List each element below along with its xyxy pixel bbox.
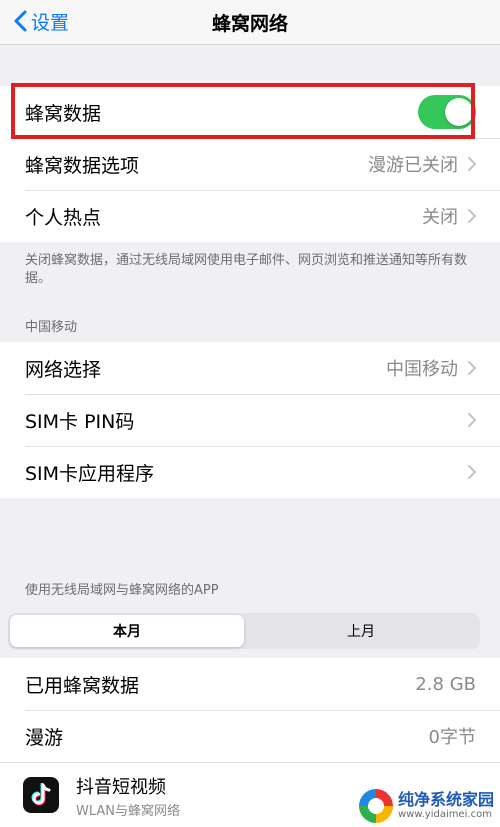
roaming-label: 漫游 [25, 726, 64, 749]
apps-section-header: 使用无线局域网与蜂窝网络的APP [25, 583, 219, 598]
network-selection-label: 网络选择 [25, 358, 102, 381]
watermark-title: 纯净系统家园 [397, 790, 494, 809]
used-cellular-data-value: 2.8 GB [415, 673, 476, 695]
cellular-settings-group: 蜂窝数据 蜂窝数据选项 漫游已关闭 个人热点 关闭 [0, 86, 500, 242]
cellular-data-row: 蜂窝数据 [0, 86, 500, 138]
app-name: 抖音短视频 [76, 777, 166, 798]
personal-hotspot-row[interactable]: 个人热点 关闭 [0, 190, 500, 242]
segment-last-period[interactable]: 上月 [244, 615, 478, 647]
sim-applications-label: SIM卡应用程序 [25, 462, 155, 485]
personal-hotspot-value: 关闭 [422, 207, 458, 228]
chevron-right-icon [468, 209, 476, 223]
roaming-row: 漫游 0字节 [0, 710, 500, 762]
sim-pin-label: SIM卡 PIN码 [25, 410, 135, 433]
sim-applications-row[interactable]: SIM卡应用程序 [0, 446, 500, 498]
cellular-data-toggle[interactable] [418, 95, 476, 129]
back-button-label: 设置 [31, 11, 70, 34]
chevron-right-icon [468, 157, 476, 171]
segment-current-period[interactable]: 本月 [10, 615, 244, 647]
chevron-right-icon [468, 465, 476, 479]
cellular-footer-note: 关闭蜂窝数据，通过无线局域网使用电子邮件、网页浏览和推送通知等所有数据。 [25, 253, 468, 286]
cellular-data-label: 蜂窝数据 [25, 102, 102, 125]
roaming-value: 0字节 [428, 727, 476, 748]
network-selection-value: 中国移动 [386, 359, 458, 380]
used-cellular-data-row: 已用蜂窝数据 2.8 GB [0, 658, 500, 710]
page-title: 蜂窝网络 [211, 13, 288, 35]
sim-pin-row[interactable]: SIM卡 PIN码 [0, 394, 500, 446]
cellular-data-options-label: 蜂窝数据选项 [25, 154, 140, 177]
chevron-left-icon [14, 10, 27, 32]
carrier-section-header: 中国移动 [25, 320, 78, 335]
cellular-data-options-row[interactable]: 蜂窝数据选项 漫游已关闭 [0, 138, 500, 190]
douyin-app-icon [23, 777, 59, 813]
personal-hotspot-label: 个人热点 [25, 206, 102, 229]
back-button[interactable]: 设置 [14, 6, 69, 36]
carrier-settings-group: 网络选择 中国移动 SIM卡 PIN码 SIM卡应用程序 [0, 342, 500, 498]
period-segmented-control: 本月 上月 [8, 613, 480, 649]
toggle-knob [445, 98, 473, 126]
navigation-bar: 设置 蜂窝网络 [0, 0, 500, 45]
used-cellular-data-label: 已用蜂窝数据 [25, 674, 140, 697]
watermark: 纯净系统家园 www.yidaimei.com [358, 789, 494, 823]
network-selection-row[interactable]: 网络选择 中国移动 [0, 342, 500, 394]
watermark-url: www.yidaimei.com [397, 809, 492, 820]
watermark-logo-icon [358, 789, 393, 823]
chevron-right-icon [468, 361, 476, 375]
app-network-subtitle: WLAN与蜂窝网络 [76, 804, 181, 819]
chevron-right-icon [468, 413, 476, 427]
usage-group: 已用蜂窝数据 2.8 GB 漫游 0字节 [0, 658, 500, 762]
cellular-data-options-value: 漫游已关闭 [368, 155, 458, 176]
